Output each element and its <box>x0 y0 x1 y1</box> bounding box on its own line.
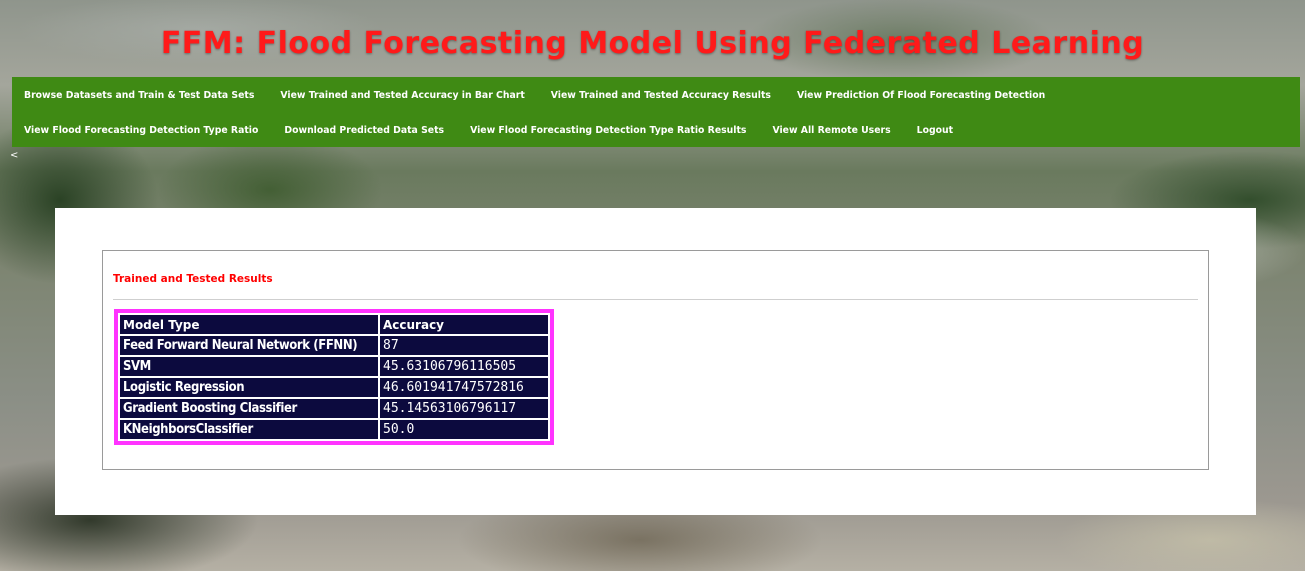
nav-type-ratio-results[interactable]: View Flood Forecasting Detection Type Ra… <box>457 125 759 136</box>
nav-remote-users[interactable]: View All Remote Users <box>759 125 903 136</box>
results-heading: Trained and Tested Results <box>113 273 273 285</box>
table-row: Gradient Boosting Classifier 45.14563106… <box>120 399 548 418</box>
nav-download-predicted[interactable]: Download Predicted Data Sets <box>271 125 457 136</box>
table-header-row: Model Type Accuracy <box>120 315 548 334</box>
model-type-cell: Logistic Regression <box>120 378 378 397</box>
column-header-accuracy: Accuracy <box>380 315 548 334</box>
model-type-cell: Gradient Boosting Classifier <box>120 399 378 418</box>
table-row: Feed Forward Neural Network (FFNN) 87 <box>120 336 548 355</box>
nav-accuracy-bar-chart[interactable]: View Trained and Tested Accuracy in Bar … <box>267 90 537 101</box>
results-box: Trained and Tested Results Model Type Ac… <box>102 250 1209 470</box>
table-row: SVM 45.63106796116505 <box>120 357 548 376</box>
column-header-model-type: Model Type <box>120 315 378 334</box>
content-panel: Trained and Tested Results Model Type Ac… <box>55 208 1256 515</box>
nav-row-2: View Flood Forecasting Detection Type Ra… <box>12 112 966 148</box>
nav-logout[interactable]: Logout <box>904 125 966 136</box>
page-title: FFM: Flood Forecasting Model Using Feder… <box>160 26 1145 61</box>
nav-prediction-detection[interactable]: View Prediction Of Flood Forecasting Det… <box>784 90 1058 101</box>
accuracy-cell: 46.601941747572816 <box>380 378 548 397</box>
results-table: Model Type Accuracy Feed Forward Neural … <box>118 313 550 441</box>
back-arrow-icon[interactable]: < <box>10 150 18 161</box>
main-nav: Browse Datasets and Train & Test Data Se… <box>12 77 1300 147</box>
table-row: KNeighborsClassifier 50.0 <box>120 420 548 439</box>
accuracy-cell: 50.0 <box>380 420 548 439</box>
nav-accuracy-results[interactable]: View Trained and Tested Accuracy Results <box>538 90 784 101</box>
results-table-frame: Model Type Accuracy Feed Forward Neural … <box>114 309 554 445</box>
divider <box>113 299 1198 300</box>
nav-browse-datasets[interactable]: Browse Datasets and Train & Test Data Se… <box>12 90 267 101</box>
accuracy-cell: 87 <box>380 336 548 355</box>
table-row: Logistic Regression 46.601941747572816 <box>120 378 548 397</box>
accuracy-cell: 45.14563106796117 <box>380 399 548 418</box>
nav-type-ratio[interactable]: View Flood Forecasting Detection Type Ra… <box>12 125 271 136</box>
nav-row-1: Browse Datasets and Train & Test Data Se… <box>12 77 1058 113</box>
model-type-cell: SVM <box>120 357 378 376</box>
model-type-cell: Feed Forward Neural Network (FFNN) <box>120 336 378 355</box>
accuracy-cell: 45.63106796116505 <box>380 357 548 376</box>
model-type-cell: KNeighborsClassifier <box>120 420 378 439</box>
page-background: FFM: Flood Forecasting Model Using Feder… <box>0 0 1305 571</box>
